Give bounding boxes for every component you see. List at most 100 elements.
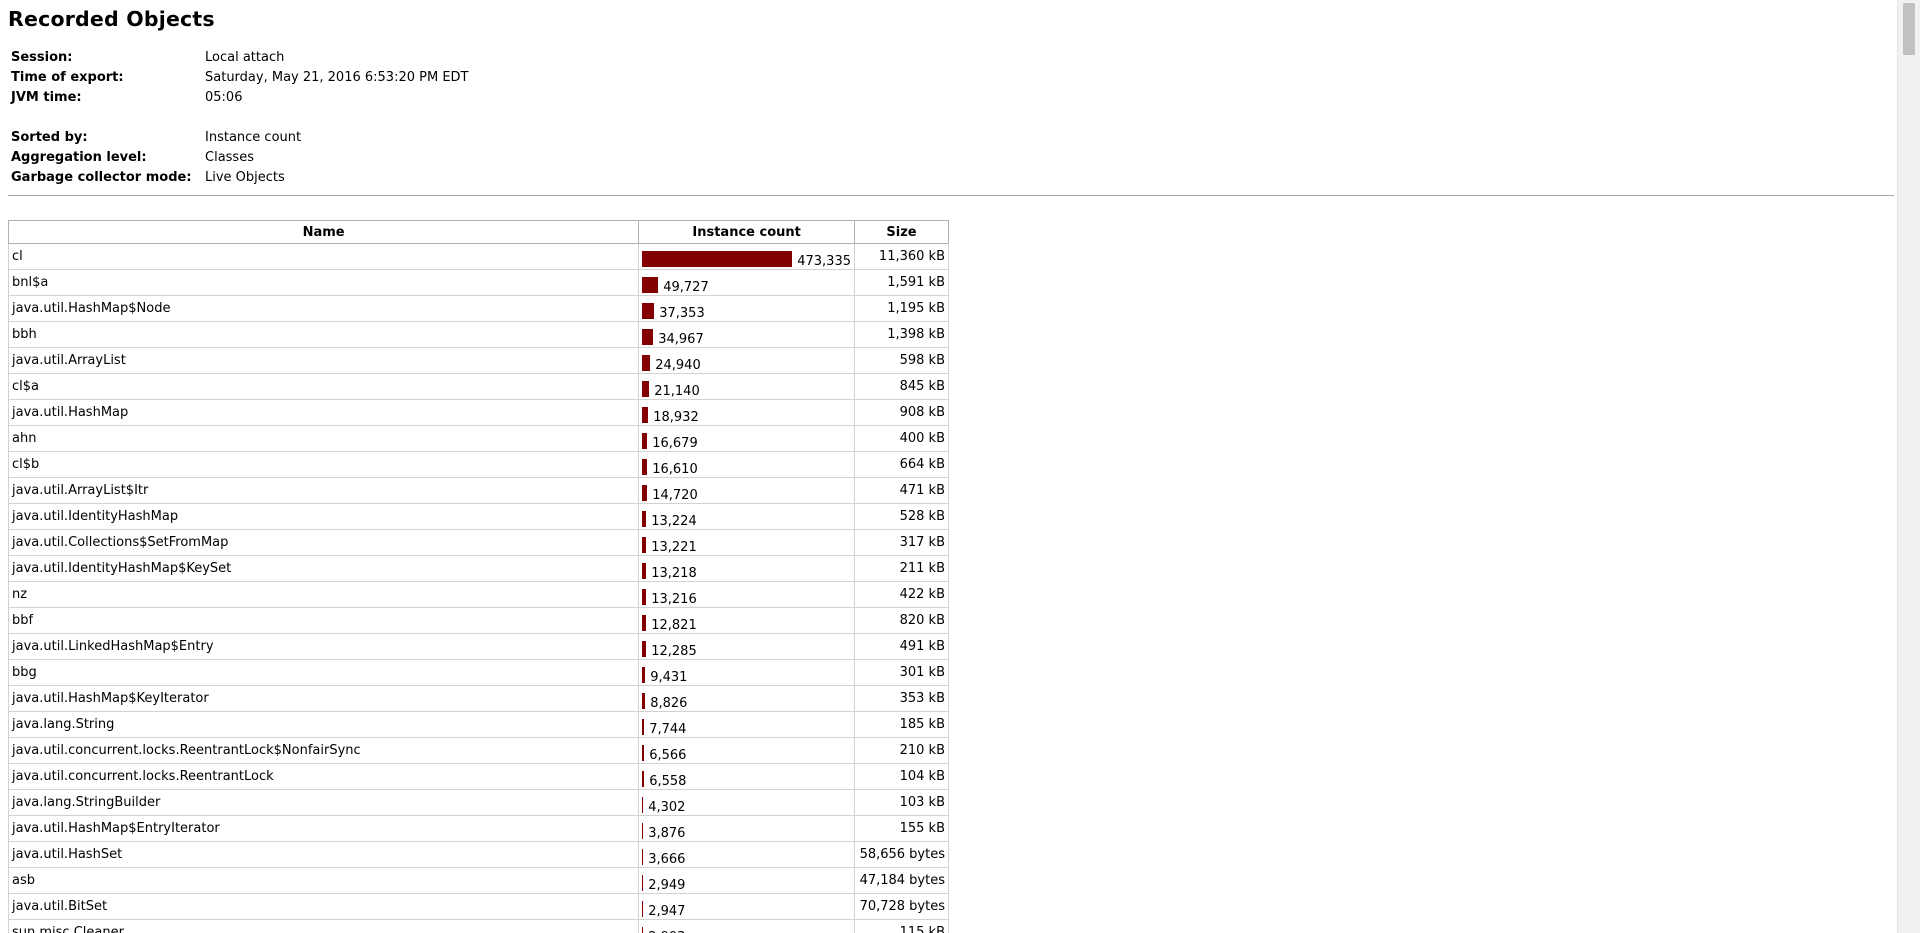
instance-count-label: 13,218 xyxy=(651,565,697,581)
instance-count-label: 6,566 xyxy=(649,747,687,763)
instance-count-bar xyxy=(642,588,647,605)
cell-class-name: java.util.HashMap$Node xyxy=(7,295,640,322)
table-row: sun.misc.Cleaner2,903115 kB xyxy=(7,919,949,933)
cell-instance-count: 3,666 xyxy=(638,841,855,868)
instance-count-label: 21,140 xyxy=(654,383,700,399)
instance-count-label: 9,431 xyxy=(650,669,688,685)
cell-class-name: ahn xyxy=(7,425,640,452)
table-row: bbg 9,431 301 kB xyxy=(7,659,949,686)
divider xyxy=(8,195,1894,196)
meta-key: JVM time: xyxy=(11,90,82,105)
instance-count-bar xyxy=(642,276,659,293)
meta-key: Time of export: xyxy=(11,70,124,85)
cell-size: 47,184 bytes xyxy=(854,867,949,894)
cell-size: 1,195 kB xyxy=(854,295,949,322)
cell-size: 491 kB xyxy=(854,633,949,660)
instance-count-label: 7,744 xyxy=(649,721,687,737)
instance-count-label: 13,216 xyxy=(651,591,697,607)
cell-instance-count: 473,335 xyxy=(638,243,855,270)
cell-size: 908 kB xyxy=(854,399,949,426)
cell-size: 103 kB xyxy=(854,789,949,816)
instance-count-label: 49,727 xyxy=(663,279,709,295)
instance-count-label: 473,335 xyxy=(797,253,851,269)
cell-instance-count: 3,876 xyxy=(638,815,855,842)
instance-count-bar xyxy=(642,770,645,787)
instance-count-bar-wrap: 16,679 xyxy=(642,429,851,450)
cell-size: 1,398 kB xyxy=(854,321,949,348)
cell-class-name: java.util.Collections$SetFromMap xyxy=(7,529,640,556)
instance-count-bar-wrap: 6,558 xyxy=(642,767,851,788)
column-header-instance-count: Instance count xyxy=(638,220,855,244)
instance-count-bar-wrap: 8,826 xyxy=(642,689,851,710)
cell-class-name: bnl$a xyxy=(7,269,640,296)
instance-count-label: 12,821 xyxy=(651,617,697,633)
cell-size: 211 kB xyxy=(854,555,949,582)
table-row: java.lang.String 7,744 185 kB xyxy=(7,711,949,738)
vertical-scrollbar[interactable] xyxy=(1897,0,1920,933)
instance-count-label: 37,353 xyxy=(659,305,705,321)
instance-count-label: 16,610 xyxy=(652,461,698,477)
instance-count-label: 12,285 xyxy=(651,643,697,659)
instance-count-bar-wrap: 2,949 xyxy=(642,871,851,892)
cell-size: 820 kB xyxy=(854,607,949,634)
instance-count-bar-wrap: 13,224 xyxy=(642,507,851,528)
instance-count-bar xyxy=(642,614,647,631)
cell-class-name: bbg xyxy=(7,659,640,686)
table-row: java.util.HashMap 18,932 908 kB xyxy=(7,399,949,426)
table-row: asb 2,949 47,184 bytes xyxy=(7,867,949,894)
instance-count-bar-wrap: 13,221 xyxy=(642,533,851,554)
cell-size: 1,591 kB xyxy=(854,269,949,296)
meta-value: Classes xyxy=(205,150,254,165)
meta-value: Local attach xyxy=(205,50,285,65)
cell-size: 317 kB xyxy=(854,529,949,556)
instance-count-label: 3,666 xyxy=(648,851,686,867)
cell-size: 400 kB xyxy=(854,425,949,452)
cell-class-name: bbf xyxy=(7,607,640,634)
instance-count-label: 3,876 xyxy=(648,825,686,841)
table-row: java.util.ArrayList 24,940 598 kB xyxy=(7,347,949,374)
instance-count-bar xyxy=(642,406,649,423)
cell-size: 155 kB xyxy=(854,815,949,842)
instance-count-bar xyxy=(642,900,644,917)
instance-count-label: 2,947 xyxy=(648,903,686,919)
cell-instance-count: 9,431 xyxy=(638,659,855,686)
table-row: java.util.IdentityHashMap 13,224 528 kB xyxy=(7,503,949,530)
instance-count-bar xyxy=(642,744,645,761)
cell-instance-count: 13,224 xyxy=(638,503,855,530)
objects-table: Name Instance count Size cl 473,335 11,360… xyxy=(7,220,949,933)
table-row: bbf 12,821 820 kB xyxy=(7,607,949,634)
instance-count-bar-wrap: 13,216 xyxy=(642,585,851,607)
table-row: cl$b 16,610 664 kB xyxy=(7,451,949,478)
cell-class-name: java.util.IdentityHashMap$KeySet xyxy=(7,555,640,582)
table-row: java.util.Collections$SetFromMap 13,221 31… xyxy=(7,529,949,556)
cell-size: 210 kB xyxy=(854,737,949,764)
instance-count-bar xyxy=(642,250,793,267)
instance-count-label: 24,940 xyxy=(655,357,701,373)
cell-class-name: asb xyxy=(7,867,640,894)
cell-class-name: java.util.LinkedHashMap$Entry xyxy=(7,633,640,660)
table-row: ahn 16,679 400 kB xyxy=(7,425,949,452)
column-header-size: Size xyxy=(854,220,949,244)
cell-class-name: java.lang.StringBuilder xyxy=(7,789,640,816)
cell-class-name: java.util.concurrent.locks.ReentrantLock… xyxy=(7,737,640,764)
cell-instance-count: 6,558 xyxy=(638,763,855,790)
scrollbar-thumb[interactable] xyxy=(1903,3,1915,55)
cell-size: 11,360 kB xyxy=(854,243,949,270)
cell-instance-count: 6,566 xyxy=(638,737,855,764)
instance-count-bar-wrap: 18,932 xyxy=(642,403,851,424)
cell-size: 58,656 bytes xyxy=(854,841,949,868)
instance-count-bar-wrap: 49,727 xyxy=(642,273,851,295)
meta-row-session: Session: Local attach xyxy=(11,48,611,68)
instance-count-bar xyxy=(642,354,651,371)
instance-count-bar-wrap: 21,140 xyxy=(642,377,851,399)
instance-count-bar xyxy=(642,640,647,657)
table-row: cl 473,335 11,360 kB xyxy=(7,243,949,270)
instance-count-bar-wrap: 13,218 xyxy=(642,559,851,581)
table-row: bnl$a 49,727 1,591 kB xyxy=(7,269,949,296)
instance-count-bar-wrap: 4,302 xyxy=(642,793,851,814)
instance-count-bar xyxy=(642,718,645,735)
cell-instance-count: 34,967 xyxy=(638,321,855,348)
session-info: Session: Local attach Time of export: Sa… xyxy=(11,48,611,108)
instance-count-bar-wrap: 34,967 xyxy=(642,325,851,346)
meta-key: Aggregation level: xyxy=(11,150,147,165)
